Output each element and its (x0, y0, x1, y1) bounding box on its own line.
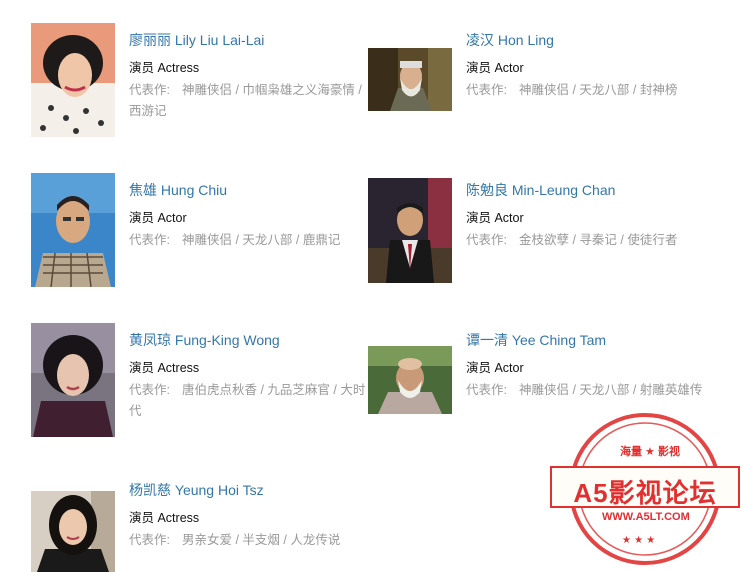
work-link[interactable]: 神雕侠侣 (182, 233, 232, 247)
celebrity-name-link[interactable]: 黄凤琼 Fung-King Wong (129, 331, 369, 349)
celebrity-works: 代表作: 神雕侠侣 / 天龙八部 / 鹿鼎记 (129, 233, 341, 247)
work-link[interactable]: 天龙八部 (579, 83, 629, 97)
watermark-stamp: ★ ★ ★ 海量 ★ 影视 A5影视论坛 WWW.A5LT.COM (547, 410, 743, 568)
stamp-url-text: WWW.A5LT.COM (602, 511, 690, 523)
work-link[interactable]: 封神榜 (640, 83, 678, 97)
work-link[interactable]: 射雕英雄传 (640, 383, 703, 397)
celebrity-card: 陈勉良 Min-Leung Chan 演员 Actor 代表作: 金枝欲孽 / 寻… (368, 173, 708, 293)
work-link[interactable]: 鹿鼎记 (303, 233, 341, 247)
works-label: 代表作: (466, 383, 507, 397)
work-link[interactable]: 神雕侠侣 (519, 83, 569, 97)
work-link[interactable]: 寻秦记 (579, 233, 617, 247)
celebrity-list: 廖丽丽 Lily Liu Lai-Lai 演员 Actress 代表作: 神雕侠侣… (0, 0, 750, 572)
work-link[interactable]: 巾帼枭雄之义海豪情 (242, 83, 355, 97)
celebrity-photo[interactable] (31, 491, 115, 572)
work-link[interactable]: 九品芝麻官 (267, 383, 330, 397)
stamp-top-text: 海量 ★ 影视 (620, 446, 680, 458)
celebrity-card: 凌汉 Hon Ling 演员 Actor 代表作: 神雕侠侣 / 天龙八部 / 封… (368, 23, 708, 143)
work-link[interactable]: 唐伯虎点秋香 (182, 383, 257, 397)
celebrity-name-link[interactable]: 焦雄 Hung Chiu (129, 181, 369, 199)
celebrity-works: 代表作: 神雕侠侣 / 巾帼枭雄之义海豪情 / 西游记 (129, 83, 362, 118)
work-link[interactable]: 西游记 (129, 104, 167, 118)
work-link[interactable]: 神雕侠侣 (182, 83, 232, 97)
celebrity-works: 代表作: 神雕侠侣 / 天龙八部 / 封神榜 (466, 83, 678, 97)
work-link[interactable]: 人龙传说 (290, 533, 340, 547)
celebrity-photo[interactable] (31, 173, 115, 287)
celebrity-role: 演员 Actor (466, 211, 524, 225)
celebrity-card: 黄凤琼 Fung-King Wong 演员 Actress 代表作: 唐伯虎点秋香… (31, 323, 371, 443)
work-link[interactable]: 神雕侠侣 (519, 383, 569, 397)
celebrity-role: 演员 Actor (466, 61, 524, 75)
celebrity-photo[interactable] (31, 23, 115, 137)
work-link[interactable]: 使徒行者 (627, 233, 677, 247)
work-link[interactable]: 半支烟 (242, 533, 280, 547)
celebrity-photo[interactable] (31, 323, 115, 437)
stamp-main-text: A5影视论坛 (573, 478, 717, 508)
works-label: 代表作: (466, 233, 507, 247)
celebrity-works: 代表作: 唐伯虎点秋香 / 九品芝麻官 / 大时代 (129, 383, 366, 418)
celebrity-role: 演员 Actress (129, 511, 200, 525)
celebrity-photo[interactable] (368, 346, 452, 414)
work-link[interactable]: 男亲女爱 (182, 533, 232, 547)
celebrity-role: 演员 Actor (466, 361, 524, 375)
celebrity-photo[interactable] (368, 178, 452, 283)
work-link[interactable]: 天龙八部 (579, 383, 629, 397)
work-link[interactable]: 金枝欲孽 (519, 233, 569, 247)
work-link[interactable]: 天龙八部 (242, 233, 292, 247)
celebrity-card: 廖丽丽 Lily Liu Lai-Lai 演员 Actress 代表作: 神雕侠侣… (31, 23, 371, 143)
stamp-banner: A5影视论坛 (550, 466, 740, 508)
celebrity-card: 杨凯慈 Yeung Hoi Tsz 演员 Actress 代表作: 男亲女爱 / … (31, 473, 371, 572)
celebrity-card: 焦雄 Hung Chiu 演员 Actor 代表作: 神雕侠侣 / 天龙八部 / … (31, 173, 371, 293)
celebrity-works: 代表作: 男亲女爱 / 半支烟 / 人龙传说 (129, 533, 341, 547)
celebrity-works: 代表作: 金枝欲孽 / 寻秦记 / 使徒行者 (466, 233, 678, 247)
svg-text:★ ★ ★: ★ ★ ★ (622, 535, 655, 546)
celebrity-works: 代表作: 神雕侠侣 / 天龙八部 / 射雕英雄传 (466, 383, 703, 397)
works-label: 代表作: (466, 83, 507, 97)
works-label: 代表作: (129, 83, 170, 97)
celebrity-name-link[interactable]: 杨凯慈 Yeung Hoi Tsz (129, 481, 369, 499)
celebrity-photo[interactable] (368, 48, 452, 111)
celebrity-name-link[interactable]: 廖丽丽 Lily Liu Lai-Lai (129, 31, 369, 49)
celebrity-role: 演员 Actress (129, 61, 200, 75)
works-label: 代表作: (129, 233, 170, 247)
celebrity-name-link[interactable]: 谭一清 Yee Ching Tam (466, 331, 706, 349)
celebrity-name-link[interactable]: 凌汉 Hon Ling (466, 31, 706, 49)
works-label: 代表作: (129, 533, 170, 547)
works-label: 代表作: (129, 383, 170, 397)
celebrity-role: 演员 Actress (129, 361, 200, 375)
celebrity-role: 演员 Actor (129, 211, 187, 225)
celebrity-name-link[interactable]: 陈勉良 Min-Leung Chan (466, 181, 706, 199)
